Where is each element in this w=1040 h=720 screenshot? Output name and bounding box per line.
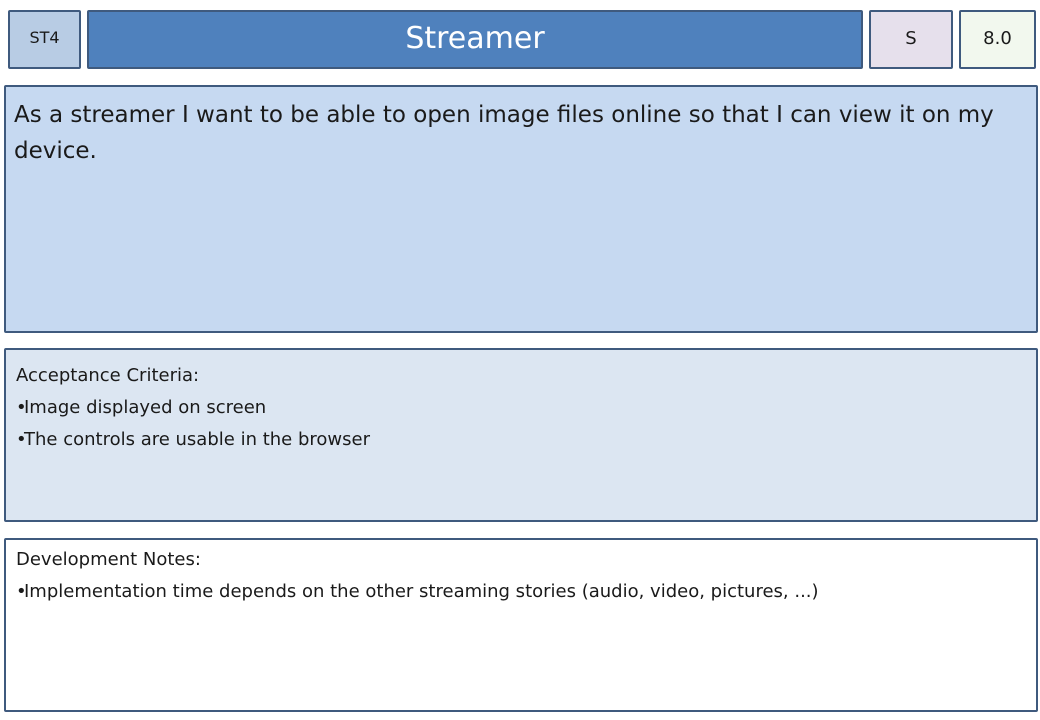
story-id: ST4 [29,28,60,47]
development-notes-list: Implementation time depends on the other… [16,576,1026,608]
development-notes-heading: Development Notes: [16,549,201,570]
role-title-box: Streamer [87,10,863,69]
acceptance-criteria-list: Image displayed on screen The controls a… [16,392,1026,456]
user-story-text: As a streamer I want to be able to open … [14,102,994,164]
points-value: 8.0 [983,28,1012,49]
size-label: S [905,28,917,49]
points-box: 8.0 [959,10,1036,69]
story-id-box: ST4 [8,10,81,69]
acceptance-criteria-box: Acceptance Criteria: Image displayed on … [4,348,1038,522]
development-notes-box: Development Notes: Implementation time d… [4,538,1038,712]
size-box: S [869,10,953,69]
acceptance-criteria-item: Image displayed on screen [16,392,1026,424]
acceptance-criteria-item: The controls are usable in the browser [16,424,1026,456]
acceptance-criteria-heading: Acceptance Criteria: [16,365,200,386]
development-notes-item: Implementation time depends on the other… [16,576,1026,608]
role-title: Streamer [405,21,545,56]
user-story-box: As a streamer I want to be able to open … [4,85,1038,333]
